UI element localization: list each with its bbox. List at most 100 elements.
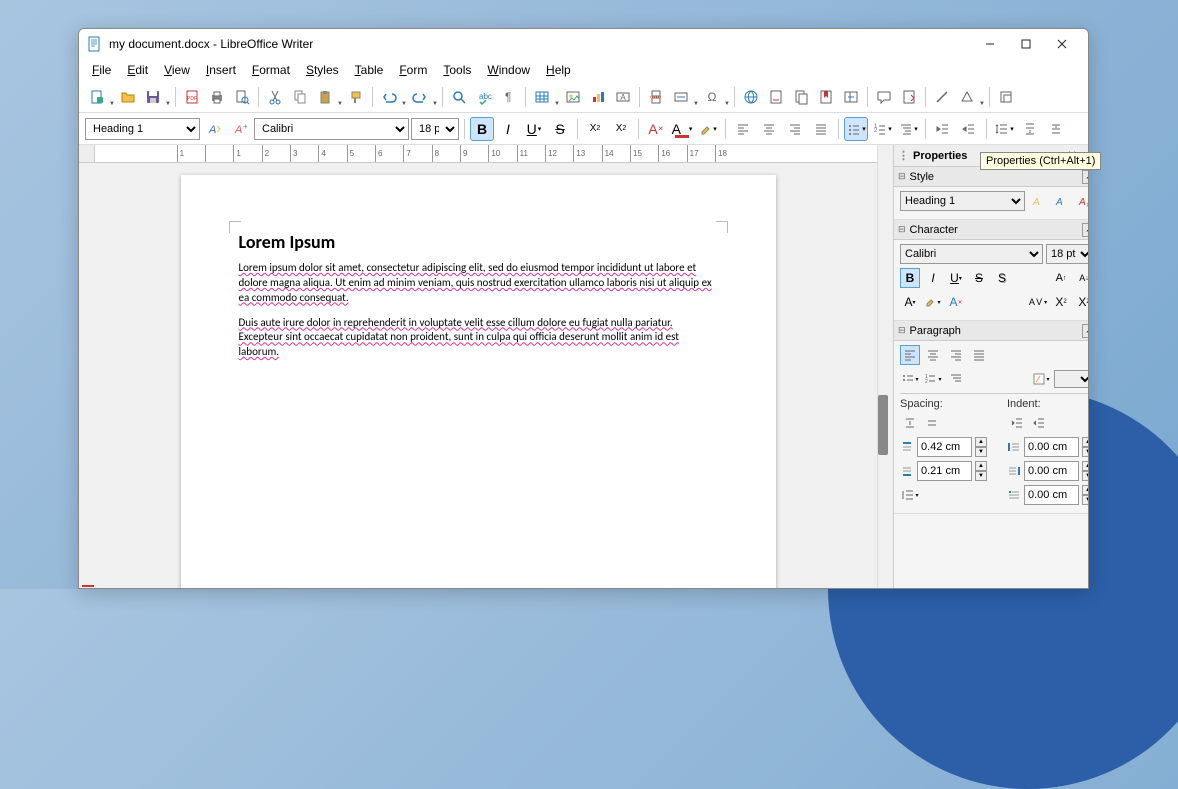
char-sub-button[interactable]: X2 [1074, 292, 1088, 312]
char-strike-button[interactable]: S [969, 268, 989, 288]
p-bullet[interactable]: ▾ [900, 369, 920, 389]
font-name-combo[interactable]: Calibri [254, 118, 409, 140]
export-pdf-button[interactable]: PDF [180, 85, 204, 109]
paragraph-section-header[interactable]: ⊟Paragraph↗ [894, 321, 1088, 341]
style-combo[interactable]: Heading 1 [900, 191, 1025, 211]
highlight-button[interactable]: ▾ [696, 117, 720, 141]
comment-button[interactable] [872, 85, 896, 109]
spellcheck-button[interactable]: abc [472, 85, 496, 109]
find-replace-button[interactable] [447, 85, 471, 109]
char-super-button[interactable]: X2 [1051, 292, 1071, 312]
special-char-button[interactable]: Ω▼ [700, 85, 730, 109]
more-icon[interactable]: ↗ [1082, 170, 1088, 184]
spin-down[interactable]: ▼ [975, 447, 987, 457]
p-number[interactable]: 12▾ [923, 369, 943, 389]
p-indent-dec[interactable] [1029, 413, 1049, 433]
p-space-inc[interactable] [900, 413, 920, 433]
char-size-combo[interactable]: 18 pt [1046, 244, 1088, 264]
character-section-header[interactable]: ⊟Character↗ [894, 220, 1088, 240]
track-changes-button[interactable] [897, 85, 921, 109]
menu-insert[interactable]: Insert [199, 61, 243, 79]
paste-button[interactable]: ▼ [313, 85, 343, 109]
clone-formatting-button[interactable] [344, 85, 368, 109]
endnote-button[interactable] [789, 85, 813, 109]
print-preview-button[interactable] [230, 85, 254, 109]
new-button[interactable]: ▼ [85, 85, 115, 109]
redo-button[interactable]: ▼ [408, 85, 438, 109]
spacing-below-input[interactable] [917, 461, 972, 481]
char-underline-button[interactable]: U▾ [946, 268, 966, 288]
insert-image-button[interactable] [561, 85, 585, 109]
open-button[interactable] [116, 85, 140, 109]
insert-field-button[interactable]: ▼ [669, 85, 699, 109]
increase-para-spacing-button[interactable] [1018, 117, 1042, 141]
spin-up[interactable]: ▲ [1082, 461, 1088, 471]
update-style-icon[interactable]: A [1028, 191, 1048, 211]
p-align-right[interactable] [946, 345, 966, 365]
p-align-justify[interactable] [969, 345, 989, 365]
indent-left-input[interactable] [1024, 437, 1079, 457]
bold-button[interactable]: B [470, 117, 494, 141]
document-scroll[interactable]: Lorem Ipsum Lorem ipsum dolor sit amet, … [79, 163, 877, 588]
p-bgcolor[interactable]: ▾ [1031, 369, 1051, 389]
formatting-marks-button[interactable]: ¶ [497, 85, 521, 109]
subscript-button[interactable]: X2 [609, 117, 633, 141]
line-button[interactable] [930, 85, 954, 109]
cut-button[interactable] [263, 85, 287, 109]
char-bold-button[interactable]: B [900, 268, 920, 288]
bookmark-button[interactable] [814, 85, 838, 109]
align-center-button[interactable] [757, 117, 781, 141]
update-style-button[interactable]: A [202, 117, 226, 141]
style-section-header[interactable]: ⊟Style↗ [894, 167, 1088, 187]
align-right-button[interactable] [783, 117, 807, 141]
menu-view[interactable]: View [157, 61, 197, 79]
menu-tools[interactable]: Tools [436, 61, 478, 79]
hyperlink-button[interactable] [739, 85, 763, 109]
spin-up[interactable]: ▲ [1082, 485, 1088, 495]
p-indent-inc[interactable] [1007, 413, 1027, 433]
char-font-combo[interactable]: Calibri [900, 244, 1043, 264]
underline-button[interactable]: U▾ [522, 117, 546, 141]
insert-textbox-button[interactable]: A [611, 85, 635, 109]
decrease-indent-button[interactable] [957, 117, 981, 141]
spacing-above-input[interactable] [917, 437, 972, 457]
italic-button[interactable]: I [496, 117, 520, 141]
menu-file[interactable]: File [85, 61, 118, 79]
basic-shapes-button[interactable]: ▼ [955, 85, 985, 109]
decrease-para-spacing-button[interactable] [1044, 117, 1068, 141]
p-align-left[interactable] [900, 345, 920, 365]
more-icon[interactable]: ↗ [1082, 324, 1088, 338]
font-color-button[interactable]: A▾ [670, 117, 694, 141]
menu-format[interactable]: Format [245, 61, 297, 79]
superscript-button[interactable]: X2 [583, 117, 607, 141]
new-style-icon[interactable]: A [1051, 191, 1071, 211]
char-italic-button[interactable]: I [923, 268, 943, 288]
spin-up[interactable]: ▲ [1082, 437, 1088, 447]
copy-button[interactable] [288, 85, 312, 109]
menu-help[interactable]: Help [539, 61, 578, 79]
horizontal-ruler[interactable]: 1123456789101112131415161718 [79, 145, 877, 163]
body-paragraph-2[interactable]: Duis aute irure dolor in reprehenderit i… [239, 316, 718, 361]
page-break-button[interactable] [644, 85, 668, 109]
font-size-combo[interactable]: 18 pt [411, 118, 459, 140]
cross-reference-button[interactable] [839, 85, 863, 109]
indent-right-input[interactable] [1024, 461, 1079, 481]
char-highlight-button[interactable]: ▾ [923, 292, 943, 312]
new-style-button[interactable]: A+ [228, 117, 252, 141]
indent-first-input[interactable] [1024, 485, 1079, 505]
page[interactable]: Lorem Ipsum Lorem ipsum dolor sit amet, … [181, 175, 776, 588]
p-space-dec[interactable] [922, 413, 942, 433]
bullet-list-button[interactable]: ▾ [844, 117, 868, 141]
char-spacing-button[interactable]: AV▾ [1028, 292, 1048, 312]
menu-table[interactable]: Table [348, 61, 391, 79]
insert-chart-button[interactable] [586, 85, 610, 109]
menu-form[interactable]: Form [392, 61, 434, 79]
footnote-button[interactable] [764, 85, 788, 109]
char-grow-button[interactable]: A↑ [1051, 268, 1071, 288]
align-justify-button[interactable] [809, 117, 833, 141]
insert-table-button[interactable]: ▼ [530, 85, 560, 109]
spin-down[interactable]: ▼ [1082, 471, 1088, 481]
more-icon[interactable]: ↗ [1082, 223, 1088, 237]
char-shadow-button[interactable]: S [992, 268, 1012, 288]
paragraph-style-combo[interactable]: Heading 1 [85, 118, 200, 140]
